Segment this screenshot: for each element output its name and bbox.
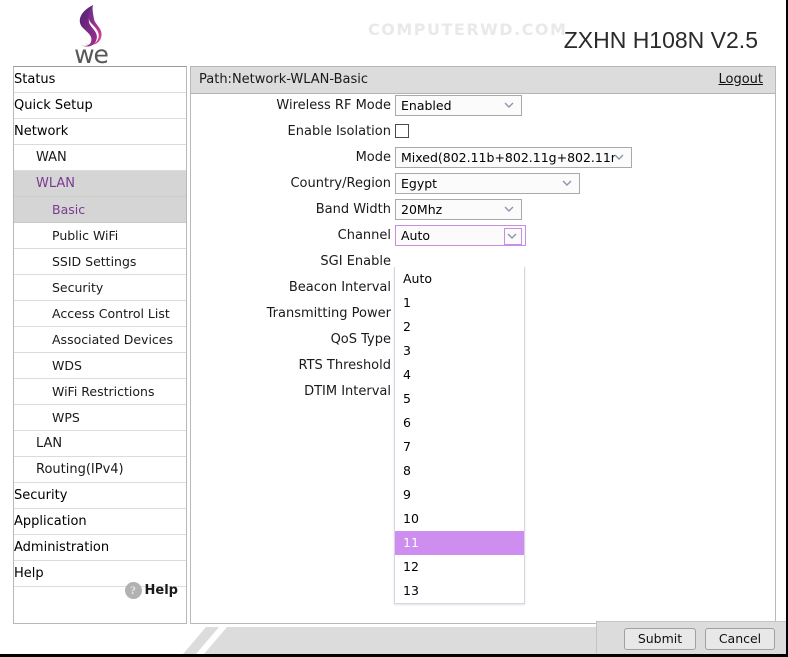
wireless-rf-mode-select-value: Enabled [401, 98, 452, 113]
sidebar-item-administration[interactable]: Administration [14, 535, 186, 561]
dropdown-option[interactable]: 10 [395, 507, 524, 531]
sidebar-nav: Status Quick Setup Network WAN WLAN Basic Publ… [13, 66, 187, 624]
dropdown-option[interactable]: 5 [395, 387, 524, 411]
chevron-down-icon [560, 176, 576, 191]
dropdown-option[interactable]: 8 [395, 459, 524, 483]
sidebar-item-security[interactable]: Security [14, 275, 186, 301]
path-bar: Path:Network-WLAN-Basic Logout [191, 67, 775, 94]
sidebar-item-basic[interactable]: Basic [14, 197, 186, 223]
mode-select-value: Mixed(802.11b+802.11g+802.11r [401, 150, 616, 165]
page-header: we COMPUTERWD.COM ZXHN H108N V2.5 [0, 0, 786, 69]
dropdown-option[interactable]: 7 [395, 435, 524, 459]
question-mark-icon: ? [124, 582, 142, 599]
form-action-bar: Submit Cancel [596, 621, 786, 654]
dropdown-option[interactable]: 9 [395, 483, 524, 507]
dropdown-option[interactable]: 13 [395, 579, 524, 603]
dropdown-option[interactable]: 6 [395, 411, 524, 435]
sidebar-item-lan[interactable]: LAN [14, 431, 186, 457]
dropdown-option[interactable]: 12 [395, 555, 524, 579]
country-region-select-value: Egypt [401, 176, 438, 191]
channel-select-value: Auto [401, 228, 431, 243]
dropdown-option[interactable]: Auto [395, 267, 524, 291]
field-label: Transmitting Power [266, 306, 391, 321]
field-label: Band Width [315, 202, 391, 217]
chevron-down-icon [504, 228, 522, 245]
field-label: RTS Threshold [298, 358, 391, 373]
field-label: QoS Type [330, 332, 391, 347]
chevron-down-icon [502, 98, 518, 113]
device-model-title: ZXHN H108N V2.5 [563, 27, 758, 53]
field-label: Mode [355, 150, 391, 165]
channel-select[interactable]: Auto [395, 225, 526, 246]
form-row: Enable Isolation [191, 120, 775, 146]
field-label: Enable Isolation [287, 124, 391, 139]
sidebar-help[interactable]: ? Help [124, 582, 178, 599]
form-row: Channel Auto [191, 224, 775, 250]
sidebar-item-access-control-list[interactable]: Access Control List [14, 301, 186, 327]
country-region-select[interactable]: Egypt [395, 173, 580, 194]
sidebar-item-wifi-restrictions[interactable]: WiFi Restrictions [14, 379, 186, 405]
dropdown-option[interactable]: 11 [395, 531, 524, 555]
sidebar-item-status[interactable]: Status [14, 67, 186, 93]
sidebar-item-public-wifi[interactable]: Public WiFi [14, 223, 186, 249]
field-label: DTIM Interval [304, 384, 391, 399]
dropdown-option[interactable]: 1 [395, 291, 524, 315]
logout-link[interactable]: Logout [718, 72, 763, 87]
sidebar-item-security[interactable]: Security [14, 483, 186, 509]
watermark-text: COMPUTERWD.COM [368, 20, 568, 39]
field-label: Channel [337, 228, 391, 243]
cancel-button[interactable]: Cancel [705, 628, 775, 650]
wireless-rf-mode-select[interactable]: Enabled [395, 95, 522, 116]
band-width-select-value: 20Mhz [401, 202, 443, 217]
sidebar-item-wlan[interactable]: WLAN [14, 171, 186, 197]
dropdown-option[interactable]: 2 [395, 315, 524, 339]
we-logo: we [45, 4, 135, 69]
channel-dropdown-list[interactable]: Auto 1 2 3 4 5 6 7 8 9 10 11 12 13 [394, 267, 525, 604]
sidebar-item-wan[interactable]: WAN [14, 145, 186, 171]
form-row: Country/Region Egypt [191, 172, 775, 198]
sidebar-item-wds[interactable]: WDS [14, 353, 186, 379]
mode-select[interactable]: Mixed(802.11b+802.11g+802.11r [395, 147, 632, 168]
field-label: Beacon Interval [288, 280, 391, 295]
form-row: Band Width 20Mhz [191, 198, 775, 224]
enable-isolation-checkbox[interactable] [395, 124, 409, 138]
breadcrumb: Path:Network-WLAN-Basic [199, 72, 369, 87]
field-label: Wireless RF Mode [276, 98, 391, 113]
submit-button[interactable]: Submit [624, 628, 696, 650]
sidebar-item-application[interactable]: Application [14, 509, 186, 535]
dropdown-option[interactable]: 3 [395, 339, 524, 363]
sidebar-item-ssid-settings[interactable]: SSID Settings [14, 249, 186, 275]
chevron-down-icon [502, 202, 518, 217]
sidebar-item-network[interactable]: Network [14, 119, 186, 145]
sidebar-item-wps[interactable]: WPS [14, 405, 186, 431]
field-label: SGI Enable [320, 254, 391, 269]
router-admin-page: we COMPUTERWD.COM ZXHN H108N V2.5 Status… [0, 0, 788, 657]
sidebar-item-list: Status Quick Setup Network WAN WLAN Basic Publ… [14, 67, 186, 587]
sidebar-item-quick-setup[interactable]: Quick Setup [14, 93, 186, 119]
form-row: Wireless RF Mode Enabled [191, 94, 775, 120]
logo-wordmark: we [74, 40, 109, 69]
field-label: Country/Region [290, 176, 391, 191]
form-row: Mode Mixed(802.11b+802.11g+802.11r [191, 146, 775, 172]
band-width-select[interactable]: 20Mhz [395, 199, 522, 220]
chevron-down-icon [612, 150, 628, 165]
sidebar-help-label: Help [144, 583, 178, 598]
dropdown-option[interactable]: 4 [395, 363, 524, 387]
sidebar-item-associated-devices[interactable]: Associated Devices [14, 327, 186, 353]
sidebar-item-routing-ipv4[interactable]: Routing(IPv4) [14, 457, 186, 483]
